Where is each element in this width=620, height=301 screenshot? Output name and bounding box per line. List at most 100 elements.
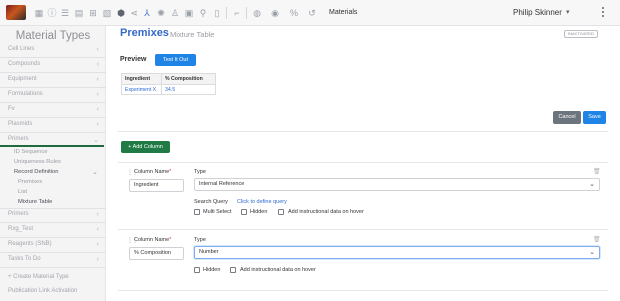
publication-link-activation[interactable]: Publication Link Activation bbox=[8, 288, 103, 298]
location-icon[interactable]: ◍ bbox=[252, 8, 262, 18]
sidebar-item-rxg-test[interactable]: Rxg_Test ‹ bbox=[8, 226, 103, 236]
divider bbox=[0, 57, 106, 58]
hidden-checkbox[interactable] bbox=[194, 267, 200, 273]
sidebar-sub-list[interactable]: List bbox=[18, 189, 27, 195]
chevron-down-icon: ⌄ bbox=[589, 181, 595, 188]
chevron-left-icon: ‹ bbox=[96, 76, 99, 83]
info-icon[interactable]: ⓘ bbox=[47, 8, 57, 18]
divider bbox=[118, 162, 608, 163]
app-logo[interactable] bbox=[6, 5, 26, 20]
sidebar-item-label: Rxg_Test bbox=[8, 226, 34, 232]
hidden-checkbox[interactable] bbox=[241, 209, 247, 215]
sidebar-item-equipment[interactable]: Equipment ‹ bbox=[8, 76, 103, 86]
cancel-button[interactable]: Cancel bbox=[553, 111, 581, 124]
sidebar: Material Types Cell Lines ‹ Compounds ‹ Eq… bbox=[0, 26, 106, 301]
share-icon[interactable]: ⋖ bbox=[129, 8, 139, 18]
sidebar-item-formulations[interactable]: Formulations ‹ bbox=[8, 91, 103, 101]
sidebar-item-label: Primers bbox=[8, 211, 29, 217]
pipeline-icon[interactable]: ⌐ bbox=[232, 8, 242, 18]
top-navigation-bar: ▦ ⓘ ☰ ▤ ⊞ ▧ ⬢ ⋖ ⅄ ✺ ♙ ▣ ⚲ ▯ ⌐ ◍ ◉ % ↺ Ma… bbox=[0, 0, 620, 26]
search-query-label: Search Query bbox=[194, 199, 228, 205]
sidebar-sub-record-definition[interactable]: Record Definition bbox=[14, 169, 58, 175]
divider bbox=[118, 131, 608, 132]
toolbar-separator bbox=[226, 7, 227, 19]
required-mark: * bbox=[169, 237, 172, 243]
sidebar-sub-premixes[interactable]: Premixes bbox=[18, 179, 42, 185]
chevron-left-icon: ‹ bbox=[96, 106, 99, 113]
table-icon[interactable]: ▤ bbox=[74, 8, 84, 18]
divider bbox=[118, 290, 608, 291]
chevron-down-icon[interactable]: ⌄ bbox=[92, 168, 98, 176]
hidden-label: Hidden bbox=[250, 209, 268, 215]
sidebar-item-label: Cell Lines bbox=[8, 46, 35, 52]
sidebar-item-primers[interactable]: Primers ‹ bbox=[8, 211, 103, 221]
section-label[interactable]: Materials bbox=[329, 9, 357, 16]
sidebar-item-plasmids[interactable]: Plasmids ‹ bbox=[8, 121, 103, 131]
toolbar-separator bbox=[246, 7, 247, 19]
sidebar-sub-uniqueness-rules[interactable]: Uniqueness Rules bbox=[14, 159, 61, 165]
preview-table: Ingredient % Composition Experiment X 34… bbox=[121, 73, 216, 95]
type-select-value: Internal Reference bbox=[199, 181, 245, 187]
visibility-icon[interactable]: ◉ bbox=[270, 8, 280, 18]
file-icon[interactable]: ▯ bbox=[212, 8, 222, 18]
group-icon[interactable]: ♙ bbox=[170, 8, 180, 18]
column-name-input[interactable]: % Composition bbox=[129, 247, 184, 260]
page-subtitle: Mixture Table bbox=[170, 30, 215, 39]
sidebar-item-cell-lines[interactable]: Cell Lines ‹ bbox=[8, 46, 103, 56]
column-name-input[interactable]: Ingredient bbox=[129, 179, 184, 192]
add-column-button[interactable]: + Add Column bbox=[121, 141, 170, 153]
type-label: Type bbox=[194, 169, 206, 175]
tools-icon[interactable]: ⚲ bbox=[198, 8, 208, 18]
table-cell-link[interactable]: Experiment X bbox=[121, 84, 162, 95]
column-name-label: Column Name* bbox=[134, 169, 171, 175]
flask-icon[interactable]: ⬢ bbox=[116, 8, 126, 18]
column-name-label: Column Name* bbox=[134, 237, 171, 243]
grid-icon[interactable]: ⊞ bbox=[88, 8, 98, 18]
test-it-out-button[interactable]: Test It Out bbox=[155, 54, 196, 66]
page-title: Premixes bbox=[120, 27, 169, 39]
chevron-left-icon: ‹ bbox=[96, 211, 99, 218]
chevron-left-icon: ‹ bbox=[96, 61, 99, 68]
dashboard-icon[interactable]: ▦ bbox=[34, 8, 44, 18]
instructional-data-checkbox[interactable] bbox=[230, 267, 236, 273]
trash-icon[interactable]: 🗑 bbox=[593, 168, 601, 175]
create-material-type-link[interactable]: + Create Material Type bbox=[8, 274, 103, 284]
type-select[interactable]: Internal Reference ⌄ bbox=[194, 178, 600, 191]
sidebar-item-reagents[interactable]: Reagents (SNB) ‹ bbox=[8, 241, 103, 251]
document-icon[interactable]: ▧ bbox=[102, 8, 112, 18]
sidebar-item-label: Fv bbox=[8, 106, 15, 112]
define-query-link[interactable]: Click to define query bbox=[237, 199, 287, 205]
table-header-cell: Ingredient bbox=[121, 73, 162, 85]
active-section-indicator bbox=[0, 145, 104, 147]
divider bbox=[0, 87, 106, 88]
chevron-left-icon: ‹ bbox=[96, 91, 99, 98]
trash-icon[interactable]: 🗑 bbox=[593, 236, 601, 243]
type-select-value: Number bbox=[199, 249, 219, 255]
user-menu[interactable]: Philip Skinner bbox=[513, 8, 562, 17]
chevron-down-icon[interactable]: ▾ bbox=[566, 8, 570, 16]
instructional-data-checkbox[interactable] bbox=[278, 209, 284, 215]
list-icon[interactable]: ☰ bbox=[60, 8, 70, 18]
divider bbox=[0, 208, 106, 209]
sidebar-sub-mixture-table[interactable]: Mixture Table bbox=[18, 199, 52, 205]
image-icon[interactable]: ▣ bbox=[184, 8, 194, 18]
column-name-label-text: Column Name bbox=[134, 237, 170, 243]
sidebar-item-compounds[interactable]: Compounds ‹ bbox=[8, 61, 103, 71]
chevron-left-icon: ‹ bbox=[96, 226, 99, 233]
settings-icon[interactable]: ✺ bbox=[156, 8, 166, 18]
sidebar-item-label: Compounds bbox=[8, 61, 41, 67]
table-row: Experiment X 34.5 bbox=[121, 84, 216, 95]
sidebar-item-tasks-to-do[interactable]: Tasks To Do ‹ bbox=[8, 256, 103, 266]
more-options-icon[interactable] bbox=[600, 7, 606, 19]
divider bbox=[118, 229, 608, 230]
hierarchy-icon[interactable]: ⅄ bbox=[142, 8, 152, 18]
sidebar-sub-id-sequence[interactable]: ID Sequence bbox=[14, 149, 48, 155]
multi-select-checkbox[interactable] bbox=[194, 209, 200, 215]
type-select[interactable]: Number ⌄ bbox=[194, 246, 600, 259]
sidebar-item-fv[interactable]: Fv ‹ bbox=[8, 106, 103, 116]
divider bbox=[0, 222, 106, 223]
percent-icon[interactable]: % bbox=[289, 8, 299, 18]
save-button[interactable]: Save bbox=[583, 111, 606, 124]
sidebar-item-label: Equipment bbox=[8, 76, 37, 82]
history-icon[interactable]: ↺ bbox=[307, 8, 317, 18]
